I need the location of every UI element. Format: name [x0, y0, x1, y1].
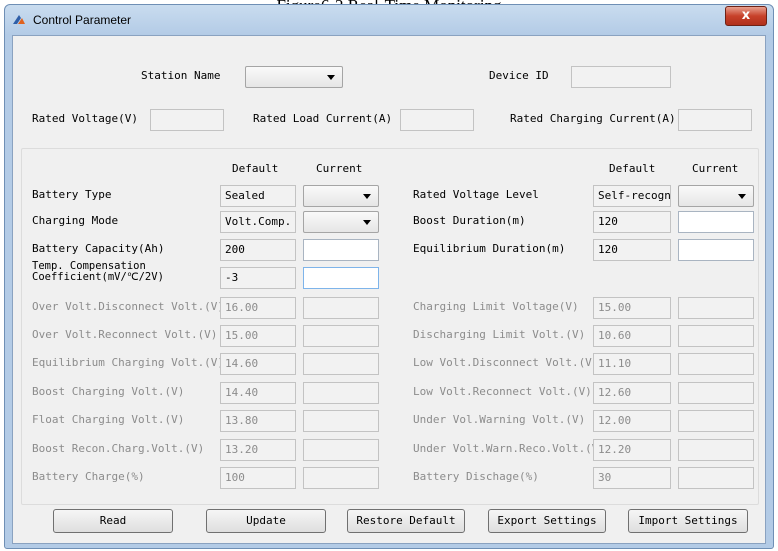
- right-param-label: Low Volt.Disconnect Volt.(V): [413, 356, 599, 369]
- title-bar[interactable]: Control Parameter x: [5, 5, 773, 35]
- station-name-label: Station Name: [141, 69, 221, 82]
- left-default-value: 200: [220, 239, 296, 261]
- right-current-field[interactable]: [678, 239, 754, 261]
- right-param-label: Equilibrium Duration(m): [413, 242, 566, 255]
- dialog-body: Station Name Device ID Rated Voltage(V) …: [12, 35, 766, 544]
- right-default-value: 11.10: [593, 353, 671, 375]
- right-current-header: Current: [692, 162, 739, 175]
- close-icon: x: [741, 8, 751, 23]
- window-title: Control Parameter: [33, 13, 132, 27]
- left-param-label: Battery Type: [32, 188, 112, 201]
- left-param-label: Over Volt.Disconnect Volt.(V): [32, 300, 225, 313]
- left-default-value: 100: [220, 467, 296, 489]
- chevron-down-icon: [327, 75, 335, 80]
- right-default-value: 12.00: [593, 410, 671, 432]
- left-param-label: Equilibrium Charging Volt.(V): [32, 356, 225, 369]
- left-current-select[interactable]: [303, 185, 379, 207]
- control-parameter-window: Control Parameter x Station Name Device …: [4, 4, 774, 549]
- right-default-value: 15.00: [593, 297, 671, 319]
- left-param-label: Boost Recon.Charg.Volt.(V): [32, 442, 205, 455]
- right-default-value: Self-recogn: [593, 185, 671, 207]
- left-current-field: [303, 325, 379, 347]
- rated-load-current-field[interactable]: [400, 109, 474, 131]
- right-current-field: [678, 467, 754, 489]
- right-current-field: [678, 439, 754, 461]
- right-param-label: Boost Duration(m): [413, 214, 526, 227]
- left-default-value: 15.00: [220, 325, 296, 347]
- chevron-down-icon: [363, 220, 371, 225]
- right-default-value: 10.60: [593, 325, 671, 347]
- right-param-label: Battery Dischage(%): [413, 470, 539, 483]
- left-param-label: Boost Charging Volt.(V): [32, 385, 185, 398]
- left-default-value: 13.80: [220, 410, 296, 432]
- rated-charging-current-field[interactable]: [678, 109, 752, 131]
- app-icon: [11, 13, 27, 27]
- rated-voltage-label: Rated Voltage(V): [32, 112, 138, 125]
- rated-charging-current-label: Rated Charging Current(A): [510, 112, 676, 125]
- left-param-label: Over Volt.Reconnect Volt.(V): [32, 328, 218, 341]
- left-current-field: [303, 467, 379, 489]
- import-settings-button[interactable]: Import Settings: [628, 509, 748, 533]
- left-current-field: [303, 382, 379, 404]
- device-id-field[interactable]: [571, 66, 671, 88]
- left-current-field: [303, 410, 379, 432]
- left-default-value: 16.00: [220, 297, 296, 319]
- right-param-label: Charging Limit Voltage(V): [413, 300, 579, 313]
- left-default-value: 14.60: [220, 353, 296, 375]
- right-param-label: Under Volt.Warn.Reco.Volt.(V): [413, 442, 606, 455]
- rated-load-current-label: Rated Load Current(A): [253, 112, 393, 125]
- left-default-value: 14.40: [220, 382, 296, 404]
- left-current-field[interactable]: [303, 239, 379, 261]
- right-param-label: Rated Voltage Level: [413, 188, 539, 201]
- left-default-value: Sealed: [220, 185, 296, 207]
- left-param-label: Float Charging Volt.(V): [32, 413, 185, 426]
- right-default-value: 120: [593, 239, 671, 261]
- left-param-label: Battery Capacity(Ah): [32, 242, 165, 255]
- right-current-field: [678, 325, 754, 347]
- left-param-label: Charging Mode: [32, 214, 119, 227]
- left-current-field[interactable]: [303, 267, 379, 289]
- left-current-select[interactable]: [303, 211, 379, 233]
- right-default-value: 30: [593, 467, 671, 489]
- left-current-header: Current: [316, 162, 363, 175]
- device-id-label: Device ID: [489, 69, 549, 82]
- right-param-label: Discharging Limit Volt.(V): [413, 328, 586, 341]
- restore-default-button[interactable]: Restore Default: [347, 509, 465, 533]
- left-param-label: Battery Charge(%): [32, 470, 145, 483]
- read-button[interactable]: Read: [53, 509, 173, 533]
- left-current-field: [303, 297, 379, 319]
- right-param-label: Low Volt.Reconnect Volt.(V): [413, 385, 592, 398]
- left-default-header: Default: [232, 162, 279, 175]
- right-current-field[interactable]: [678, 211, 754, 233]
- station-name-select[interactable]: [245, 66, 343, 88]
- update-button[interactable]: Update: [206, 509, 326, 533]
- right-current-field: [678, 410, 754, 432]
- right-param-label: Under Vol.Warning Volt.(V): [413, 413, 586, 426]
- left-current-field: [303, 353, 379, 375]
- rated-voltage-field[interactable]: [150, 109, 224, 131]
- left-param-label-line2: Coefficient(mV/℃/2V): [32, 271, 164, 283]
- close-button[interactable]: x: [725, 6, 767, 26]
- chevron-down-icon: [363, 194, 371, 199]
- right-default-value: 12.20: [593, 439, 671, 461]
- chevron-down-icon: [738, 194, 746, 199]
- left-default-value: -3: [220, 267, 296, 289]
- export-settings-button[interactable]: Export Settings: [488, 509, 606, 533]
- right-current-field: [678, 297, 754, 319]
- right-default-header: Default: [609, 162, 656, 175]
- right-default-value: 12.60: [593, 382, 671, 404]
- right-current-field: [678, 382, 754, 404]
- left-default-value: 13.20: [220, 439, 296, 461]
- right-current-select[interactable]: [678, 185, 754, 207]
- left-current-field: [303, 439, 379, 461]
- right-default-value: 120: [593, 211, 671, 233]
- left-default-value: Volt.Comp.: [220, 211, 296, 233]
- right-current-field: [678, 353, 754, 375]
